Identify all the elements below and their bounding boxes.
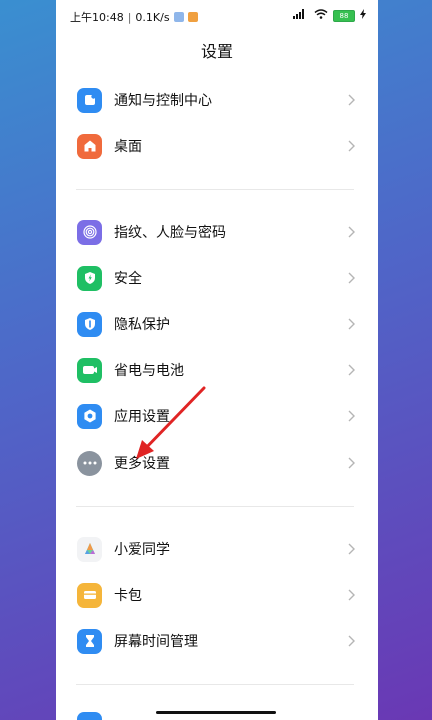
chevron-right-icon: [348, 543, 355, 555]
status-left: 上午10:48 | 0.1K/s: [70, 9, 198, 25]
chevron-right-icon: [348, 364, 355, 376]
chevron-right-icon: [348, 94, 355, 106]
settings-item-privacy[interactable]: 隐私保护: [56, 301, 378, 347]
settings-item-label: 卡包: [114, 588, 142, 604]
settings-item-label: 小爱同学: [114, 542, 170, 558]
app-notification-icon-2: [187, 12, 198, 22]
chevron-right-icon: [348, 318, 355, 330]
wallet-icon: [77, 582, 102, 608]
hourglass-icon: [77, 628, 102, 654]
more-icon: [77, 450, 102, 476]
home-indicator[interactable]: [156, 711, 276, 714]
page-title: 设置: [200, 42, 233, 61]
status-network-speed: 0.1K/s: [135, 10, 170, 24]
home-icon: [77, 133, 102, 159]
settings-item-xiaoai[interactable]: 小爱同学: [56, 526, 378, 572]
section-divider: [76, 189, 354, 190]
settings-item-fingerprint[interactable]: 指纹、人脸与密码: [56, 209, 378, 255]
settings-item-more-settings[interactable]: 更多设置: [56, 440, 378, 486]
settings-item-label: 应用设置: [114, 409, 170, 425]
status-separator: |: [127, 10, 132, 24]
wifi-icon: [314, 9, 328, 22]
settings-item-label: 屏幕时间管理: [114, 634, 198, 650]
settings-item-label: 桌面: [114, 139, 142, 155]
section-divider: [76, 684, 354, 685]
settings-item-notification[interactable]: 通知与控制中心: [56, 77, 378, 123]
chevron-right-icon: [348, 272, 355, 284]
settings-item-label: 隐私保护: [114, 317, 170, 333]
chevron-right-icon: [348, 589, 355, 601]
status-right: 88: [293, 9, 366, 22]
notification-icon: [77, 87, 102, 113]
status-bar: 上午10:48 | 0.1K/s 88: [56, 0, 378, 34]
fingerprint-icon: [77, 219, 102, 245]
chevron-right-icon: [348, 140, 355, 152]
chevron-right-icon: [348, 410, 355, 422]
settings-item-security[interactable]: 安全: [56, 255, 378, 301]
chevron-right-icon: [348, 635, 355, 647]
settings-item-wallet[interactable]: 卡包: [56, 572, 378, 618]
section-divider: [76, 506, 354, 507]
settings-item-app-settings[interactable]: 应用设置: [56, 393, 378, 439]
phone-screen: 上午10:48 | 0.1K/s 88 设置 通知与控制中心 桌面 指纹、人脸与…: [56, 0, 378, 720]
settings-item-label: 安全: [114, 271, 142, 287]
privacy-icon: [77, 311, 102, 337]
settings-item-label: 通知与控制中心: [114, 93, 212, 109]
settings-item-label: 指纹、人脸与密码: [114, 225, 226, 241]
battery-icon: [77, 357, 102, 383]
settings-item-battery[interactable]: 省电与电池: [56, 347, 378, 393]
signal-icon: [293, 9, 309, 22]
settings-item-desktop[interactable]: 桌面: [56, 123, 378, 169]
partial-item-icon: [77, 712, 102, 720]
settings-item-screen-time[interactable]: 屏幕时间管理: [56, 618, 378, 664]
chevron-right-icon: [348, 457, 355, 469]
gear-icon: [77, 403, 102, 429]
shield-icon: [77, 265, 102, 291]
battery-icon: 88: [333, 9, 355, 22]
chevron-right-icon: [348, 226, 355, 238]
app-notification-icon: [173, 12, 184, 22]
status-time: 上午10:48: [70, 11, 124, 24]
settings-item-label: 省电与电池: [114, 363, 184, 379]
charging-icon: [360, 9, 366, 22]
xiaoai-icon: [77, 536, 102, 562]
settings-item-label: 更多设置: [114, 456, 170, 472]
